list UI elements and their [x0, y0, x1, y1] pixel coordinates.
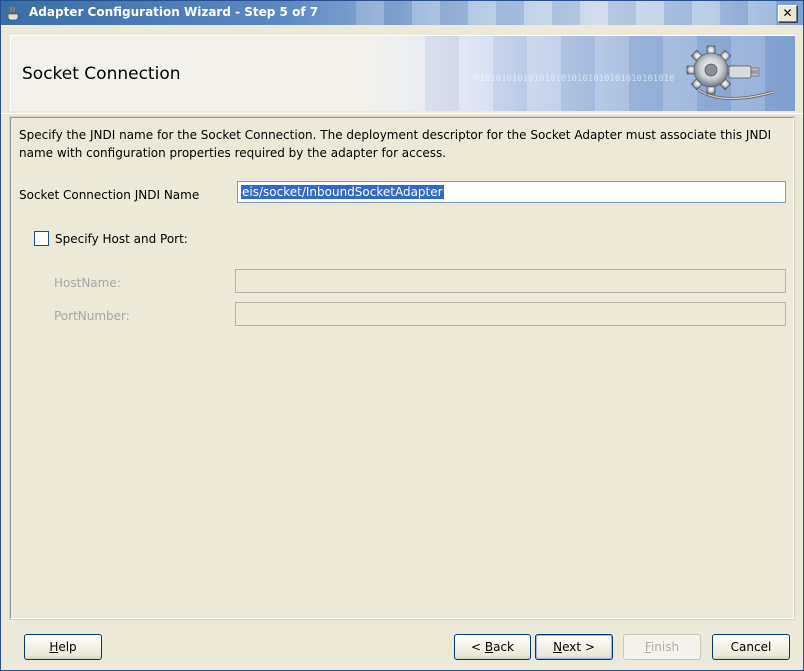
- close-button[interactable]: ✕: [778, 5, 797, 22]
- portnumber-input[interactable]: [235, 302, 786, 326]
- finish-label: inish: [650, 640, 680, 654]
- java-coffee-cup-icon: [7, 6, 22, 21]
- finish-button[interactable]: Finish: [623, 634, 701, 660]
- help-label: elp: [58, 640, 77, 654]
- jndi-label-post: NDI Name: [138, 188, 200, 202]
- jndi-name-input[interactable]: eis/socket/InboundSocketAdapter: [237, 181, 786, 203]
- specify-host-port-label[interactable]: Specify Host and Port:: [55, 232, 188, 246]
- next-button[interactable]: Next >: [535, 634, 613, 660]
- back-mnemonic: B: [484, 640, 494, 654]
- jndi-name-label: Socket Connection JNDI Name: [19, 188, 199, 202]
- window-title: Adapter Configuration Wizard - Step 5 of…: [29, 5, 319, 19]
- instructions-text: Specify the JNDI name for the Socket Con…: [19, 128, 772, 160]
- jndi-name-value: eis/socket/InboundSocketAdapter: [241, 185, 444, 199]
- hostname-label: HostName:: [54, 276, 121, 290]
- cancel-button[interactable]: Cancel: [712, 634, 790, 660]
- specify-host-port-checkbox[interactable]: [34, 231, 49, 246]
- wizard-banner: Socket Connection 0101010101010101010101…: [1, 25, 803, 114]
- page-title: Socket Connection: [22, 64, 181, 84]
- portnumber-label: PortNumber:: [54, 309, 130, 323]
- content-panel: Specify the JNDI name for the Socket Con…: [9, 116, 795, 620]
- next-mnemonic: N: [553, 640, 563, 654]
- jndi-label-pre: Socket Connection: [19, 188, 135, 202]
- hostname-input[interactable]: [235, 269, 786, 293]
- title-bar[interactable]: Adapter Configuration Wizard - Step 5 of…: [1, 1, 803, 25]
- back-button[interactable]: < Back: [454, 634, 531, 660]
- banner-binary-text: 0101010101010101010101010101010101010: [474, 74, 675, 84]
- help-mnemonic: H: [49, 640, 59, 654]
- gear-plug-icon: [686, 45, 774, 100]
- close-icon: ✕: [782, 6, 793, 20]
- back-prefix: <: [470, 640, 485, 654]
- help-button[interactable]: Help: [24, 634, 102, 660]
- next-label: ext >: [562, 640, 595, 654]
- back-label: ack: [493, 640, 514, 654]
- wizard-window: Adapter Configuration Wizard - Step 5 of…: [0, 0, 804, 671]
- title-bar-decoration: [356, 1, 796, 25]
- banner-panel: Socket Connection 0101010101010101010101…: [10, 35, 795, 111]
